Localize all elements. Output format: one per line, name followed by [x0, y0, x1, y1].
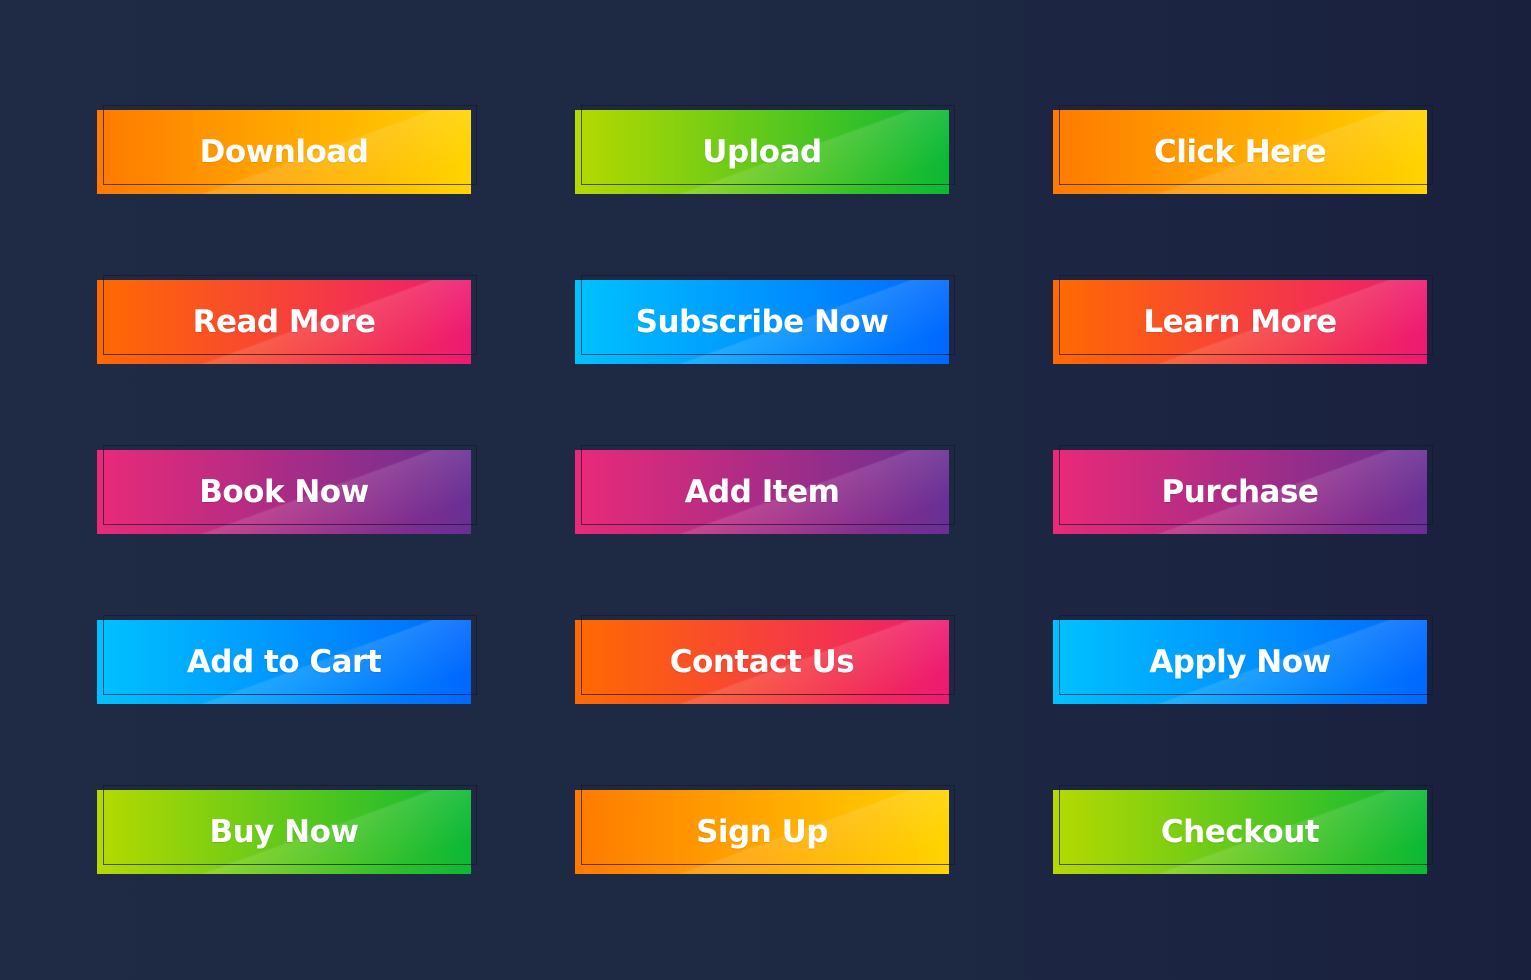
subscribe-now-button[interactable]: Subscribe Now	[575, 275, 955, 364]
button-label: Apply Now	[1149, 644, 1331, 680]
checkout-button[interactable]: Checkout	[1053, 785, 1433, 874]
upload-button[interactable]: Upload	[575, 105, 955, 194]
purchase-button[interactable]: Purchase	[1053, 445, 1433, 534]
button-label: Subscribe Now	[635, 304, 889, 340]
button-label: Contact Us	[669, 644, 855, 680]
button-label: Read More	[192, 304, 376, 340]
button-label: Add to Cart	[186, 644, 382, 680]
button-label: Buy Now	[209, 814, 359, 850]
button-label: Add Item	[684, 474, 840, 510]
button-label: Sign Up	[696, 814, 828, 850]
button-label: Upload	[702, 134, 822, 170]
learn-more-button[interactable]: Learn More	[1053, 275, 1433, 364]
sign-up-button[interactable]: Sign Up	[575, 785, 955, 874]
contact-us-button[interactable]: Contact Us	[575, 615, 955, 704]
button-label: Click Here	[1153, 134, 1327, 170]
add-to-cart-button[interactable]: Add to Cart	[97, 615, 477, 704]
book-now-button[interactable]: Book Now	[97, 445, 477, 534]
apply-now-button[interactable]: Apply Now	[1053, 615, 1433, 704]
button-label: Purchase	[1161, 474, 1319, 510]
button-label: Download	[199, 134, 369, 170]
click-here-button[interactable]: Click Here	[1053, 105, 1433, 194]
buy-now-button[interactable]: Buy Now	[97, 785, 477, 874]
read-more-button[interactable]: Read More	[97, 275, 477, 364]
add-item-button[interactable]: Add Item	[575, 445, 955, 534]
button-label: Learn More	[1143, 304, 1337, 340]
button-label: Book Now	[199, 474, 369, 510]
download-button[interactable]: Download	[97, 105, 477, 194]
button-label: Checkout	[1160, 814, 1320, 850]
